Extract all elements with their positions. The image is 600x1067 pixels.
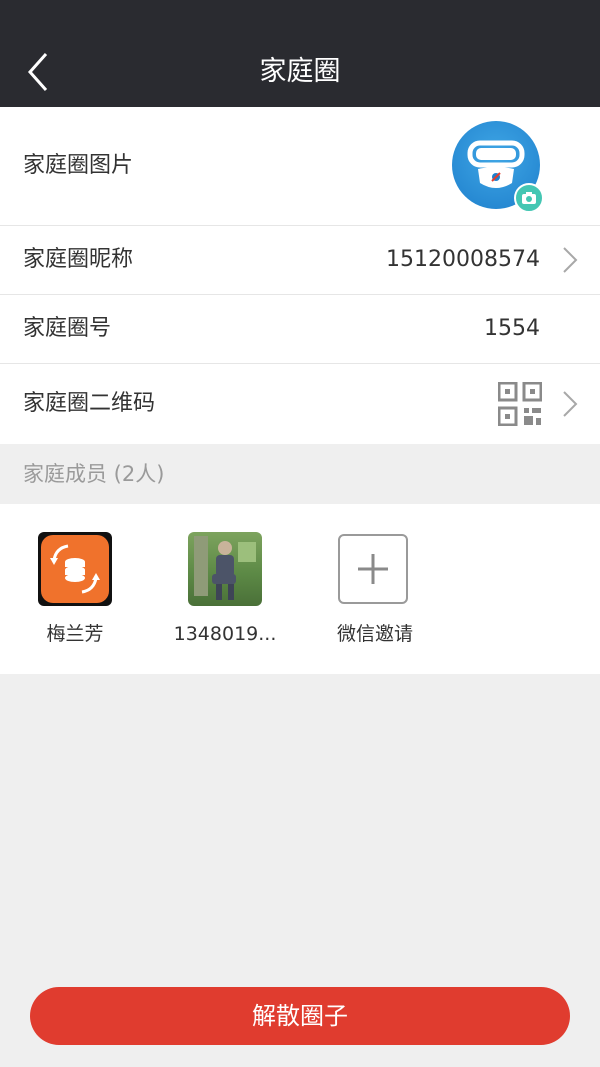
row-label: 家庭圈号 (23, 316, 112, 341)
member-name: 1348019... (173, 623, 277, 645)
page-title: 家庭圈 (259, 56, 341, 87)
row-label: 家庭圈昵称 (23, 247, 134, 272)
row-label: 家庭圈二维码 (23, 391, 156, 416)
nickname-value: 15120008574 (386, 247, 540, 272)
camera-icon (514, 183, 544, 213)
disband-circle-button[interactable]: 解散圈子 (30, 987, 570, 1045)
chevron-right-icon (563, 391, 578, 417)
row-circle-number: 家庭圈号 1554 (0, 295, 600, 363)
members-grid: 梅兰芳 1348019... 微信邀请 (0, 504, 600, 674)
row-circle-nickname[interactable]: 家庭圈昵称 15120008574 (0, 226, 600, 294)
nav-bar: 家庭圈 (0, 0, 600, 107)
row-label: 家庭圈图片 (23, 153, 134, 178)
chevron-right-icon (563, 247, 578, 273)
member-name: 微信邀请 (336, 623, 413, 645)
circle-avatar[interactable] (452, 121, 544, 213)
circle-number-value: 1554 (484, 316, 540, 341)
members-section-header: 家庭成员 (2人) (0, 444, 600, 504)
person-photo-icon (194, 536, 256, 600)
plus-icon (358, 554, 388, 584)
member-avatar (38, 532, 112, 606)
member-name: 梅兰芳 (46, 623, 104, 645)
coins-exchange-icon (41, 535, 109, 603)
invite-box (338, 534, 412, 608)
row-circle-picture[interactable]: 家庭圈图片 (0, 107, 600, 225)
members-section-title: 家庭成员 (2人) (23, 462, 165, 486)
qr-code-icon (498, 382, 542, 426)
row-circle-qrcode[interactable]: 家庭圈二维码 (0, 364, 600, 444)
member-avatar (188, 532, 262, 606)
